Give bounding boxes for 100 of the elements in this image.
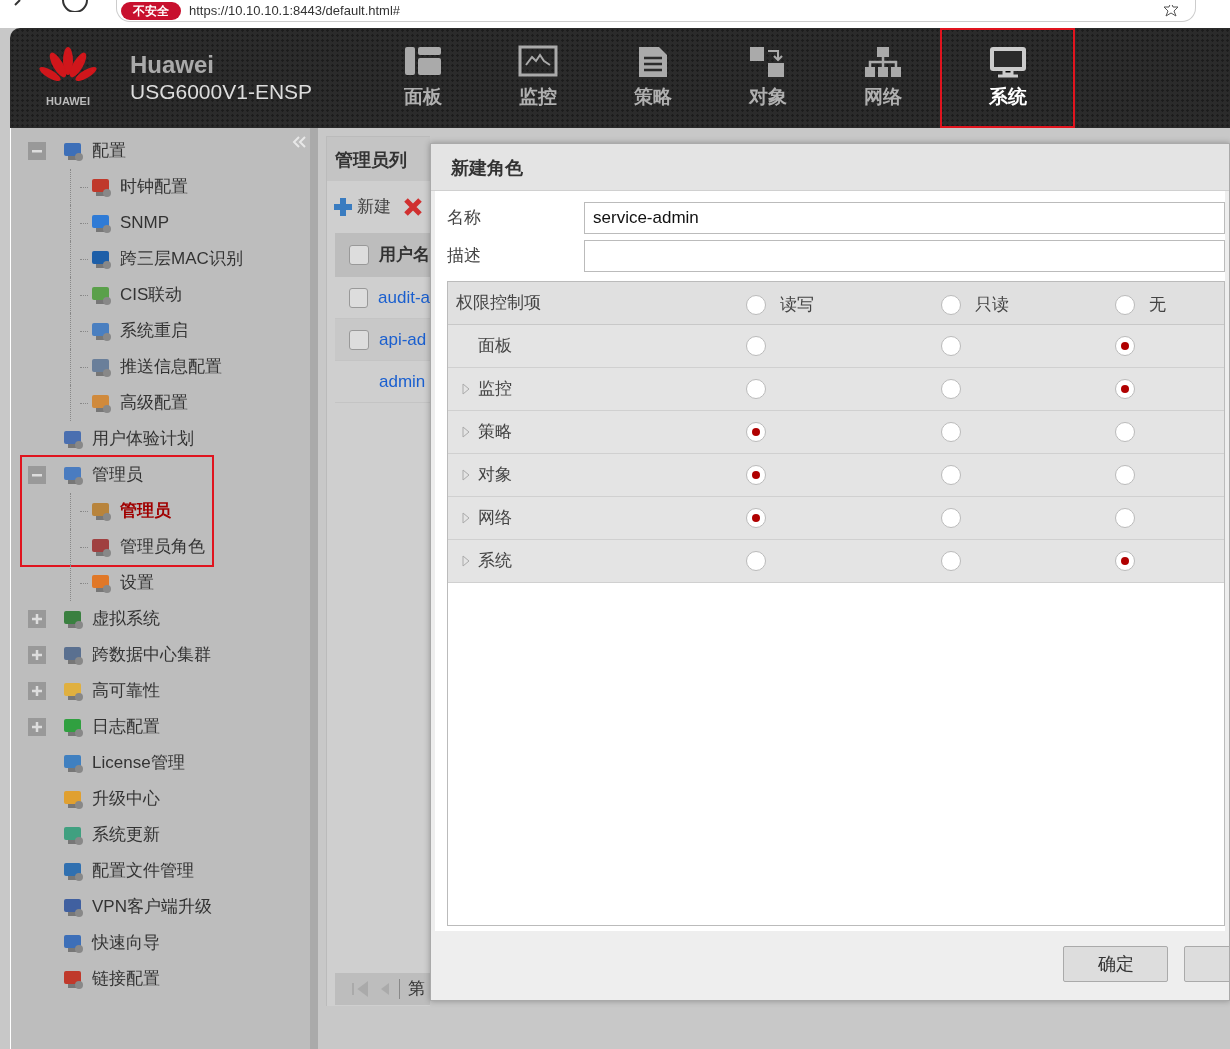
radio-button[interactable] [941, 465, 961, 485]
plus-icon [31, 685, 43, 697]
nav-tab[interactable]: 系统 [940, 28, 1075, 128]
expander-icon[interactable] [28, 646, 46, 664]
menu-item[interactable]: 推送信息配置 [120, 354, 222, 380]
radio-button[interactable] [941, 508, 961, 528]
address-bar[interactable]: 不安全 https://10.10.10.1:8443/default.html# [116, 0, 1196, 22]
radio-button[interactable] [941, 294, 961, 315]
input-field[interactable]: service-admin [584, 202, 1225, 234]
radio-button[interactable] [1115, 508, 1135, 528]
brand-name: Huawei [130, 51, 216, 79]
star-icon[interactable] [1163, 4, 1179, 17]
nav-tab[interactable]: 监控 [480, 28, 595, 128]
menu-item[interactable]: CIS联动 [120, 282, 183, 308]
expander-icon[interactable] [28, 718, 46, 736]
nav-tab[interactable]: 策略 [595, 28, 710, 128]
menu-item[interactable]: 配置 [92, 138, 126, 164]
network-tree-icon [862, 44, 903, 79]
radio-button[interactable] [746, 422, 766, 442]
menu-item[interactable]: VPN客户端升级 [92, 894, 212, 920]
checkbox[interactable] [349, 245, 369, 265]
menu-item-icon [62, 860, 84, 882]
menu-item[interactable]: 跨数据中心集群 [92, 642, 211, 668]
splitter-bar[interactable] [310, 128, 318, 1049]
reload-icon[interactable] [62, 0, 88, 12]
logo-text: HUAWEI [46, 93, 90, 109]
new-button[interactable]: 新建 [333, 194, 391, 220]
menu-item[interactable]: 时钟配置 [120, 174, 188, 200]
radio-button[interactable] [746, 294, 766, 315]
menu-item[interactable]: 链接配置 [92, 966, 160, 992]
menu-item-icon [62, 896, 84, 918]
radio-button[interactable] [941, 336, 961, 356]
menu-item-icon [90, 320, 112, 342]
radio-button[interactable] [1115, 422, 1135, 442]
radio-button[interactable] [1115, 336, 1135, 356]
expand-icon[interactable] [462, 426, 470, 438]
expand-icon[interactable] [462, 555, 470, 567]
nav-tab[interactable]: 对象 [710, 28, 825, 128]
nav-tab[interactable]: 网络 [825, 28, 940, 128]
delete-icon[interactable] [403, 197, 423, 217]
menu-item[interactable]: 配置文件管理 [92, 858, 194, 884]
device-name: USG6000V1-ENSP [130, 79, 314, 105]
radio-button[interactable] [746, 551, 766, 571]
menu-item-icon [90, 536, 112, 558]
admin-link[interactable]: admin [379, 368, 426, 395]
menu-item[interactable]: 管理员角色 [120, 534, 205, 560]
expander-icon[interactable] [28, 142, 46, 160]
radio-button[interactable] [1115, 551, 1135, 571]
menu-item-icon [62, 968, 84, 990]
menu-item[interactable]: 日志配置 [92, 714, 160, 740]
expand-icon[interactable] [462, 383, 470, 395]
menu-item[interactable]: 管理员 [120, 498, 171, 524]
radio-button[interactable] [1115, 294, 1135, 315]
column-header: 用户名 [379, 244, 430, 267]
permission-label: 监控 [478, 377, 512, 401]
radio-button[interactable] [746, 336, 766, 356]
expander-icon[interactable] [28, 466, 46, 484]
menu-item[interactable]: 设置 [120, 570, 154, 596]
menu-item-icon [62, 644, 84, 666]
expander-icon[interactable] [28, 610, 46, 628]
confirm-button[interactable]: 确定 [1063, 946, 1168, 982]
collapse-icon[interactable] [292, 136, 306, 148]
menu-item[interactable]: 系统重启 [120, 318, 188, 344]
menu-item[interactable]: License管理 [92, 750, 185, 776]
radio-button[interactable] [941, 551, 961, 571]
security-badge[interactable]: 不安全 [121, 1, 181, 20]
menu-item-icon [62, 464, 84, 486]
menu-item[interactable]: 系统更新 [92, 822, 160, 848]
permission-label: 网络 [478, 506, 512, 530]
nav-tab[interactable]: 面板 [365, 28, 480, 128]
input-field[interactable] [584, 240, 1225, 272]
menu-item-icon [62, 824, 84, 846]
menu-item[interactable]: 用户体验计划 [92, 426, 194, 452]
radio-button[interactable] [1115, 465, 1135, 485]
menu-item[interactable]: SNMP [120, 210, 170, 236]
menu-item[interactable]: 高可靠性 [92, 678, 160, 704]
checkbox[interactable] [349, 329, 369, 350]
checkbox[interactable] [349, 287, 368, 308]
radio-button[interactable] [941, 422, 961, 442]
menu-item[interactable]: 高级配置 [120, 390, 188, 416]
menu-item-icon [62, 788, 84, 810]
expand-icon[interactable] [462, 512, 470, 524]
radio-button[interactable] [1115, 379, 1135, 399]
menu-item[interactable]: 跨三层MAC识别 [120, 246, 243, 272]
menu-item-icon [90, 572, 112, 594]
admin-link[interactable]: audit-a [378, 284, 430, 311]
expander-icon[interactable] [28, 682, 46, 700]
radio-button[interactable] [941, 379, 961, 399]
plus-icon [31, 721, 43, 733]
menu-item[interactable]: 虚拟系统 [92, 606, 160, 632]
expand-icon[interactable] [462, 469, 470, 481]
menu-item-icon [62, 140, 84, 162]
menu-item[interactable]: 升级中心 [92, 786, 160, 812]
menu-item[interactable]: 快速向导 [92, 930, 160, 956]
permission-label: 面板 [478, 334, 512, 358]
monitor-chart-icon [517, 44, 558, 79]
radio-button[interactable] [746, 379, 766, 399]
radio-button[interactable] [746, 508, 766, 528]
menu-item[interactable]: 管理员 [92, 462, 143, 488]
radio-button[interactable] [746, 465, 766, 485]
